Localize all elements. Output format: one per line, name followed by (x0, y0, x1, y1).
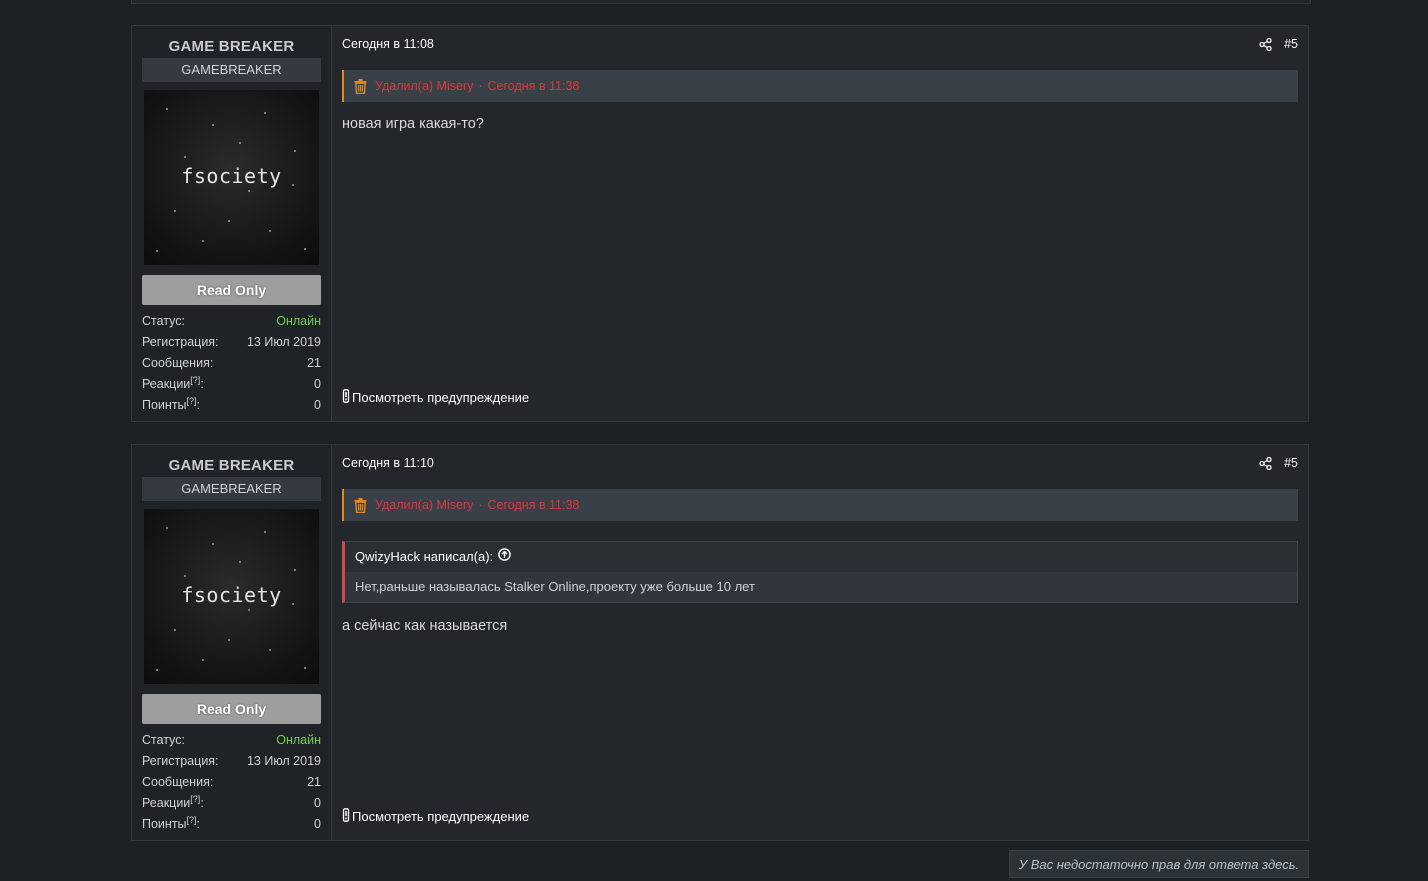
message-header: Сегодня в 11:08 #5 (342, 36, 1298, 52)
view-warning-link[interactable]: Посмотреть предупреждение (342, 808, 529, 825)
stat-registration: Регистрация: 13 Июл 2019 (142, 332, 321, 353)
avatar[interactable]: fsociety (144, 90, 319, 265)
avatar-text: fsociety (181, 583, 282, 607)
deleted-time: Сегодня в 11:38 (487, 79, 580, 93)
stat-value[interactable]: 21 (307, 353, 321, 374)
stat-label-wrap: Реакции[?]: (142, 793, 204, 814)
stat-value: 13 Июл 2019 (246, 754, 321, 768)
stat-label-wrap: Реакции[?]: (142, 374, 204, 395)
stat-label: Регистрация: (142, 335, 219, 349)
post-number[interactable]: #5 (1284, 37, 1298, 51)
stat-label: Регистрация: (142, 754, 219, 768)
view-warning-link[interactable]: Посмотреть предупреждение (342, 389, 529, 406)
no-reply-notice: У Вас недостаточно прав для ответа здесь… (1009, 850, 1309, 878)
stat-value: Онлайн (276, 314, 321, 328)
stat-reactions: Реакции[?]: 0 (142, 374, 321, 395)
stat-value: Онлайн (276, 733, 321, 747)
stat-label-wrap: Поинты[?]: (142, 814, 200, 835)
stat-label: Поинты (142, 817, 187, 831)
avatar-text: fsociety (181, 164, 282, 188)
stat-status: Статус: Онлайн (142, 730, 321, 751)
stat-suffix: : (196, 817, 201, 831)
stat-registration: Регистрация: 13 Июл 2019 (142, 751, 321, 772)
username[interactable]: GAME BREAKER (142, 36, 321, 58)
view-warning-label[interactable]: Посмотреть предупреждение (352, 390, 529, 405)
message-header: Сегодня в 11:10 #5 (342, 455, 1298, 471)
stat-label: Реакции (142, 796, 191, 810)
help-link[interactable]: [?] (190, 794, 200, 804)
arrow-up-circle-icon[interactable] (498, 542, 511, 572)
quote-author[interactable]: QwizyHack написал(а): (355, 542, 493, 572)
stat-label: Сообщения: (142, 775, 214, 789)
post: GAME BREAKER GAMEBREAKER fsociety Read O (131, 444, 1309, 841)
stat-label: Поинты (142, 398, 187, 412)
stat-messages: Сообщения: 21 (142, 772, 321, 793)
stat-suffix: : (196, 398, 201, 412)
stat-label: Реакции (142, 377, 191, 391)
stat-label-wrap: Поинты[?]: (142, 395, 200, 416)
trash-icon (354, 497, 367, 513)
separator: · (478, 79, 483, 93)
stat-value: 0 (314, 377, 321, 391)
exclamation-icon (342, 808, 350, 825)
message-text: а сейчас как называется (342, 618, 508, 634)
stat-value: 13 Июл 2019 (246, 335, 321, 349)
user-banner: Read Only (142, 694, 321, 724)
help-link[interactable]: [?] (187, 815, 197, 825)
stat-reactions: Реакции[?]: 0 (142, 793, 321, 814)
post-time[interactable]: Сегодня в 11:10 (342, 456, 434, 470)
stat-value: 0 (314, 796, 321, 810)
stat-value[interactable]: 21 (307, 772, 321, 793)
post: GAME BREAKER GAMEBREAKER fsociety Read O (131, 25, 1309, 422)
share-icon[interactable] (1259, 37, 1272, 51)
user-cell: GAME BREAKER GAMEBREAKER fsociety Read O (132, 445, 332, 840)
deleted-notice: Удалил(а) Misery · Сегодня в 11:38 (342, 70, 1298, 102)
stat-points: Поинты[?]: 0 (142, 814, 321, 835)
user-title: GAMEBREAKER (142, 58, 321, 82)
stat-label: Статус: (142, 314, 185, 328)
quote-block: QwizyHack написал(а): Нет,раньше называл… (342, 541, 1298, 603)
deleted-notice: Удалил(а) Misery · Сегодня в 11:38 (342, 489, 1298, 521)
post-time[interactable]: Сегодня в 11:08 (342, 37, 434, 51)
username[interactable]: GAME BREAKER (142, 455, 321, 477)
message-text: новая игра какая-то? (342, 116, 484, 132)
user-stats: Статус: Онлайн Регистрация: 13 Июл 2019 … (142, 311, 321, 416)
deleted-by[interactable]: Удалил(а) Misery (375, 498, 473, 512)
separator: · (478, 498, 483, 512)
stat-messages: Сообщения: 21 (142, 353, 321, 374)
message-cell: Сегодня в 11:10 #5 Удалил(а) Misery · Се… (332, 445, 1308, 840)
message-cell: Сегодня в 11:08 #5 Удалил(а) Misery · Се… (332, 26, 1308, 421)
quote-header[interactable]: QwizyHack написал(а): (345, 542, 1297, 572)
user-banner: Read Only (142, 275, 321, 305)
user-cell: GAME BREAKER GAMEBREAKER fsociety Read O (132, 26, 332, 421)
share-icon[interactable] (1259, 456, 1272, 470)
stat-value: 0 (314, 817, 321, 831)
trash-icon (354, 78, 367, 94)
quote-body: Нет,раньше называлась Stalker Online,про… (345, 572, 1297, 602)
help-link[interactable]: [?] (190, 375, 200, 385)
avatar[interactable]: fsociety (144, 509, 319, 684)
thread-page: GAME BREAKER GAMEBREAKER fsociety Read O (0, 0, 1428, 881)
exclamation-icon (342, 389, 350, 406)
user-stats: Статус: Онлайн Регистрация: 13 Июл 2019 … (142, 730, 321, 835)
stat-label: Сообщения: (142, 356, 214, 370)
user-title: GAMEBREAKER (142, 477, 321, 501)
previous-post-edge (131, 0, 1311, 4)
post-number[interactable]: #5 (1284, 456, 1298, 470)
stat-value: 0 (314, 398, 321, 412)
stat-suffix: : (200, 796, 204, 810)
view-warning-label[interactable]: Посмотреть предупреждение (352, 809, 529, 824)
deleted-by[interactable]: Удалил(а) Misery (375, 79, 473, 93)
deleted-time: Сегодня в 11:38 (487, 498, 580, 512)
stat-label: Статус: (142, 733, 185, 747)
help-link[interactable]: [?] (187, 396, 197, 406)
stat-points: Поинты[?]: 0 (142, 395, 321, 416)
stat-status: Статус: Онлайн (142, 311, 321, 332)
stat-suffix: : (200, 377, 204, 391)
